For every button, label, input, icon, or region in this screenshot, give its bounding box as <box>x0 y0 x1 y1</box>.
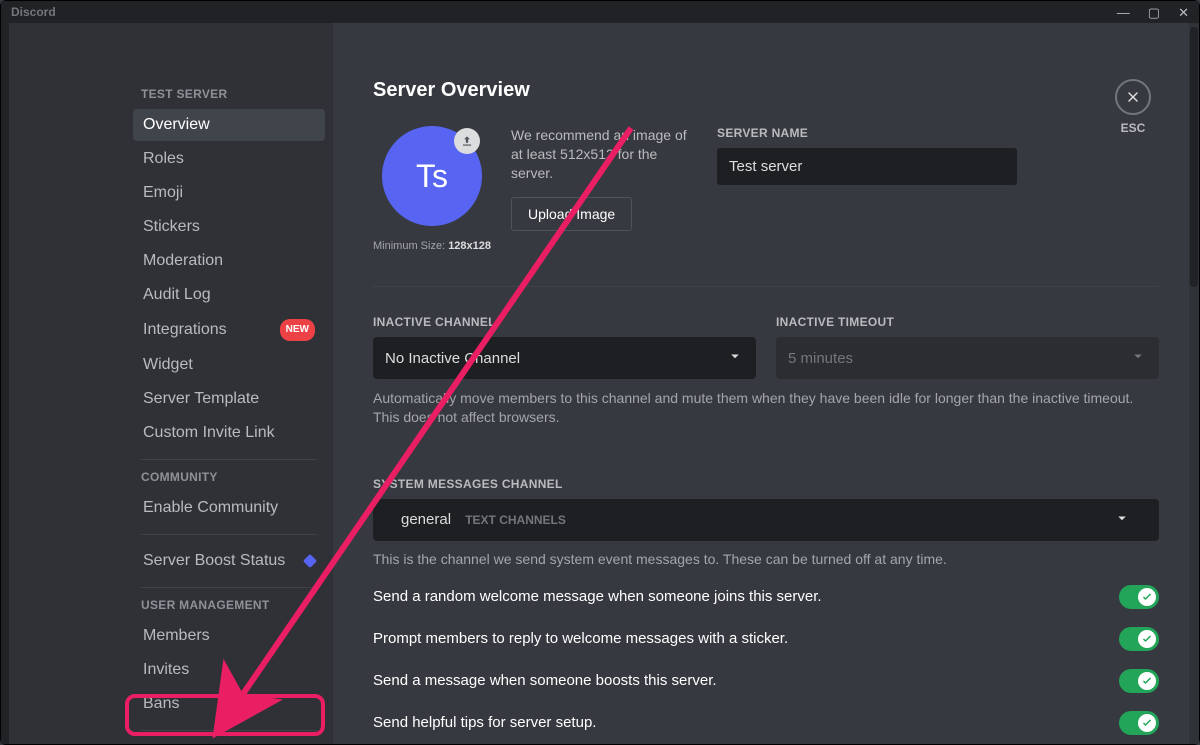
page-title: Server Overview <box>373 79 1159 102</box>
toggle-switch[interactable] <box>1119 585 1159 609</box>
scrollbar[interactable] <box>1189 23 1199 744</box>
window-close-button[interactable]: ✕ <box>1178 6 1189 19</box>
system-help-text: This is the channel we send system event… <box>373 551 1159 567</box>
app-brand: Discord <box>11 5 56 19</box>
sidebar-item-boost-status[interactable]: Server Boost Status <box>133 545 325 577</box>
sidebar-separator <box>141 587 317 588</box>
min-size-hint: Minimum Size: 128x128 <box>373 240 491 252</box>
chevron-down-icon <box>1113 509 1131 531</box>
new-badge: NEW <box>280 319 315 341</box>
toggle-setup-tips: Send helpful tips for server setup. <box>373 711 1159 735</box>
guild-strip <box>1 23 9 744</box>
sidebar-separator <box>141 534 317 535</box>
system-channel-label: SYSTEM MESSAGES CHANNEL <box>373 477 1159 491</box>
upload-image-button[interactable]: Upload Image <box>511 197 632 231</box>
close-settings-button[interactable]: ESC <box>1115 79 1151 135</box>
inactive-timeout-select[interactable]: 5 minutes <box>776 337 1159 379</box>
scrollbar-thumb[interactable] <box>1190 27 1198 287</box>
server-avatar[interactable]: Ts <box>382 126 482 226</box>
inactive-timeout-label: INACTIVE TIMEOUT <box>776 315 1159 329</box>
inactive-channel-select[interactable]: No Inactive Channel <box>373 337 756 379</box>
sidebar-item-stickers[interactable]: Stickers <box>133 211 325 243</box>
sidebar-item-audit-log[interactable]: Audit Log <box>133 279 325 311</box>
server-name-label: SERVER NAME <box>717 126 1027 140</box>
image-recommend-text: We recommend an image of at least 512x51… <box>511 126 691 183</box>
sidebar-item-roles[interactable]: Roles <box>133 143 325 175</box>
inactive-channel-label: INACTIVE CHANNEL <box>373 315 756 329</box>
toggle-switch[interactable] <box>1119 627 1159 651</box>
sidebar-category-main: TEST SERVER <box>133 87 325 101</box>
settings-sidebar: TEST SERVER Overview Roles Emoji Sticker… <box>9 23 333 744</box>
sidebar-item-server-template[interactable]: Server Template <box>133 383 325 415</box>
sidebar-category-community: COMMUNITY <box>133 470 325 484</box>
sidebar-item-members[interactable]: Members <box>133 620 325 652</box>
toggle-welcome-message: Send a random welcome message when someo… <box>373 585 1159 609</box>
sidebar-item-invites[interactable]: Invites <box>133 654 325 686</box>
sidebar-item-overview[interactable]: Overview <box>133 109 325 141</box>
sidebar-category-user-mgmt: USER MANAGEMENT <box>133 598 325 612</box>
boost-icon <box>303 554 317 568</box>
toggle-boost-message: Send a message when someone boosts this … <box>373 669 1159 693</box>
sidebar-item-bans[interactable]: Bans <box>133 688 325 720</box>
sidebar-separator <box>141 459 317 460</box>
chevron-down-icon <box>726 347 744 369</box>
sidebar-item-custom-invite[interactable]: Custom Invite Link <box>133 417 325 449</box>
sidebar-item-emoji[interactable]: Emoji <box>133 177 325 209</box>
sidebar-item-widget[interactable]: Widget <box>133 349 325 381</box>
divider <box>373 286 1159 287</box>
system-channel-select[interactable]: general TEXT CHANNELS <box>373 499 1159 541</box>
window-maximize-button[interactable]: ▢ <box>1148 6 1160 19</box>
sidebar-item-delete-server[interactable]: Delete Server <box>133 741 325 744</box>
sidebar-separator <box>141 730 317 731</box>
window-minimize-button[interactable]: — <box>1117 6 1130 19</box>
sidebar-item-moderation[interactable]: Moderation <box>133 245 325 277</box>
toggle-switch[interactable] <box>1119 711 1159 735</box>
inactive-help-text: Automatically move members to this chann… <box>373 389 1159 427</box>
sidebar-item-integrations[interactable]: Integrations NEW <box>133 313 325 347</box>
sidebar-item-enable-community[interactable]: Enable Community <box>133 492 325 524</box>
server-name-input[interactable] <box>717 148 1017 185</box>
upload-image-icon[interactable] <box>454 128 480 154</box>
settings-content: ESC Server Overview Ts Minimum Size: 128… <box>333 23 1199 744</box>
chevron-down-icon <box>1129 347 1147 369</box>
toggle-switch[interactable] <box>1119 669 1159 693</box>
toggle-sticker-reply: Prompt members to reply to welcome messa… <box>373 627 1159 651</box>
window-titlebar: Discord — ▢ ✕ <box>1 1 1199 23</box>
